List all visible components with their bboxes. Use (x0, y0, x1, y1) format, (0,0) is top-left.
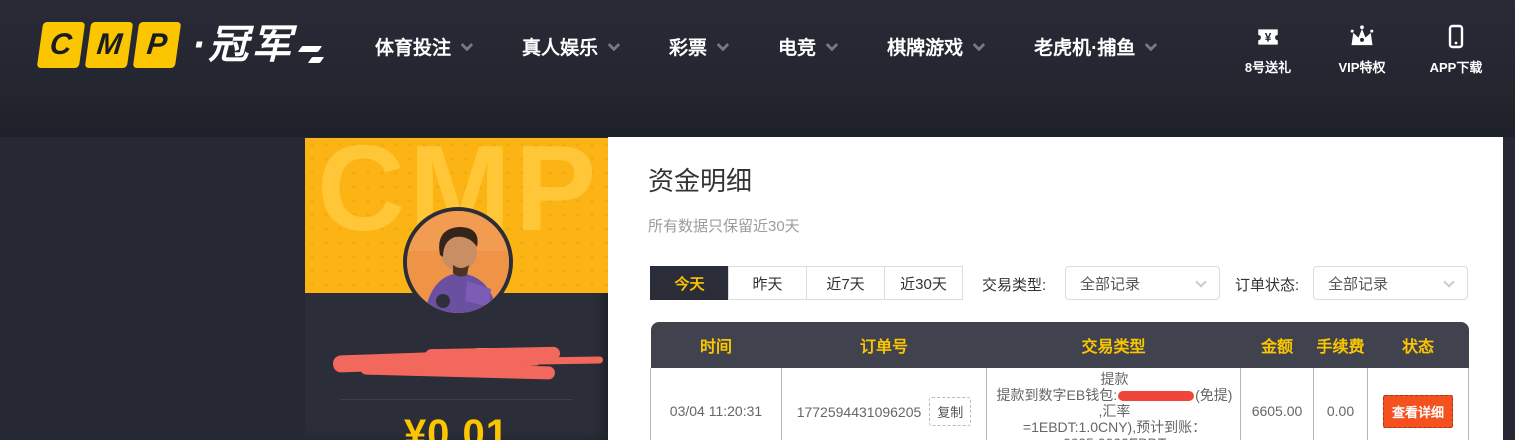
select-value: 全部记录 (1080, 273, 1197, 294)
fund-details-panel: 资金明细 所有数据只保留近30天 今天 昨天 近7天 近30天 交易类型: 全部… (608, 137, 1503, 440)
crown-icon (1348, 24, 1376, 50)
username-row: VIP1 (305, 344, 608, 388)
column-header-order-no: 订单号 (782, 322, 987, 368)
nav-item-slots-fishing[interactable]: 老虎机·捕鱼 (1034, 33, 1154, 60)
account-balance: ¥0.01 (305, 412, 608, 440)
nav-item-label: 棋牌游戏 (887, 33, 963, 60)
tab-last-7-days[interactable]: 近7天 (806, 266, 885, 300)
tab-last-30-days[interactable]: 近30天 (884, 266, 963, 300)
cell-amount: 6605.00 (1241, 368, 1314, 440)
table-header-row: 时间 订单号 交易类型 金额 手续费 状态 (651, 322, 1469, 368)
nav-item-lottery[interactable]: 彩票 (669, 33, 726, 60)
order-status-select[interactable]: 全部记录 (1313, 266, 1468, 300)
order-status-label: 订单状态: (1235, 274, 1299, 295)
cell-fee: 0.00 (1314, 368, 1368, 440)
logo-letter: C (48, 28, 73, 62)
chevron-down-icon (1195, 276, 1206, 287)
order-number: 1772594431096205 (797, 404, 922, 420)
chevron-down-icon (826, 39, 839, 52)
nav-item-label: 真人娱乐 (522, 33, 598, 60)
chevron-down-icon (608, 39, 621, 52)
page-title: 资金明细 (648, 161, 752, 198)
nav-item-live-casino[interactable]: 真人娱乐 (522, 33, 617, 60)
quick-link-label: VIP特权 (1339, 57, 1386, 76)
redaction-scribble (533, 356, 603, 364)
column-header-amount: 金额 (1241, 322, 1314, 368)
chevron-down-icon (1145, 39, 1158, 52)
avatar[interactable] (403, 207, 513, 317)
column-header-status: 状态 (1368, 322, 1469, 368)
profile-sidebar: CMP VIP1 ¥0.01 (305, 138, 608, 440)
chevron-down-icon (717, 39, 730, 52)
transaction-type-label: 交易类型: (982, 274, 1046, 295)
logo-letter: M (95, 28, 124, 62)
cell-status: 查看详细 (1368, 368, 1469, 440)
cell-order-no: 1772594431096205 复制 (782, 368, 987, 440)
chevron-down-icon (973, 39, 986, 52)
phone-icon (1444, 24, 1468, 50)
nav-item-label: 电竞 (778, 33, 816, 60)
tab-yesterday[interactable]: 昨天 (728, 266, 807, 300)
quick-link-label: APP下载 (1430, 57, 1483, 76)
date-range-tabs: 今天 昨天 近7天 近30天 (650, 266, 963, 300)
gift-ticket-icon: ¥ (1255, 24, 1281, 50)
logo-letter-box: M (85, 22, 133, 68)
nav-item-label: 彩票 (669, 33, 707, 60)
logo-letter-box: P (133, 22, 181, 68)
svg-text:¥: ¥ (1265, 30, 1272, 44)
redaction-scribble (1118, 391, 1194, 401)
type-line1: 提款 (1101, 371, 1129, 387)
chevron-down-icon (1443, 276, 1454, 287)
divider (340, 399, 573, 400)
app-download-button[interactable]: APP下载 (1427, 24, 1485, 76)
column-header-fee: 手续费 (1314, 322, 1368, 368)
column-header-type: 交易类型 (987, 322, 1241, 368)
nav-item-esports[interactable]: 电竞 (778, 33, 835, 60)
column-header-time: 时间 (651, 322, 782, 368)
page-subtitle: 所有数据只保留近30天 (648, 215, 800, 236)
logo-letter-box: C (37, 22, 85, 68)
tab-today[interactable]: 今天 (650, 266, 729, 300)
chevron-down-icon (461, 39, 474, 52)
logo-speed-dashes-icon (300, 46, 322, 63)
view-details-button[interactable]: 查看详细 (1383, 395, 1453, 428)
transactions-table: 时间 订单号 交易类型 金额 手续费 状态 03/04 11:20:31 177… (650, 322, 1469, 440)
logo-text: ·冠军 (192, 22, 294, 68)
logo-letter: P (145, 28, 169, 62)
cell-time: 03/04 11:20:31 (651, 368, 782, 440)
site-logo[interactable]: C M P ·冠军 (40, 22, 322, 68)
filter-controls: 今天 昨天 近7天 近30天 交易类型: 全部记录 订单状态: 全部记录 (650, 266, 1480, 300)
quick-link-label: 8号送礼 (1245, 57, 1291, 76)
table-row: 03/04 11:20:31 1772594431096205 复制 提款 提款到… (651, 368, 1469, 440)
type-line3: =1EBDT:1.0CNY),预计到账： 6605.0000EBDT (1023, 419, 1206, 440)
type-line2-prefix: 提款到数字EB钱包: (997, 387, 1118, 403)
nav-item-board-games[interactable]: 棋牌游戏 (887, 33, 982, 60)
nav-item-label: 体育投注 (375, 33, 451, 60)
copy-button[interactable]: 复制 (929, 397, 971, 426)
transaction-type-select[interactable]: 全部记录 (1065, 266, 1220, 300)
gift-promo-button[interactable]: ¥ 8号送礼 (1239, 24, 1297, 76)
select-value: 全部记录 (1328, 273, 1445, 294)
vip-privilege-button[interactable]: VIP特权 (1333, 24, 1391, 76)
player-avatar-image (407, 211, 509, 313)
header-quick-links: ¥ 8号送礼 VIP特权 APP下载 (1239, 24, 1485, 76)
nav-item-label: 老虎机·捕鱼 (1034, 33, 1135, 60)
main-nav: 体育投注 真人娱乐 彩票 电竞 棋牌游戏 老虎机·捕鱼 (375, 33, 1154, 60)
top-navigation-bar: C M P ·冠军 体育投注 真人娱乐 彩票 电竞 棋牌游戏 老虎机·捕鱼 (0, 0, 1515, 137)
nav-item-sports[interactable]: 体育投注 (375, 33, 470, 60)
cell-transaction-type: 提款 提款到数字EB钱包:(免提) ,汇率 =1EBDT:1.0CNY),预计到… (987, 368, 1241, 440)
